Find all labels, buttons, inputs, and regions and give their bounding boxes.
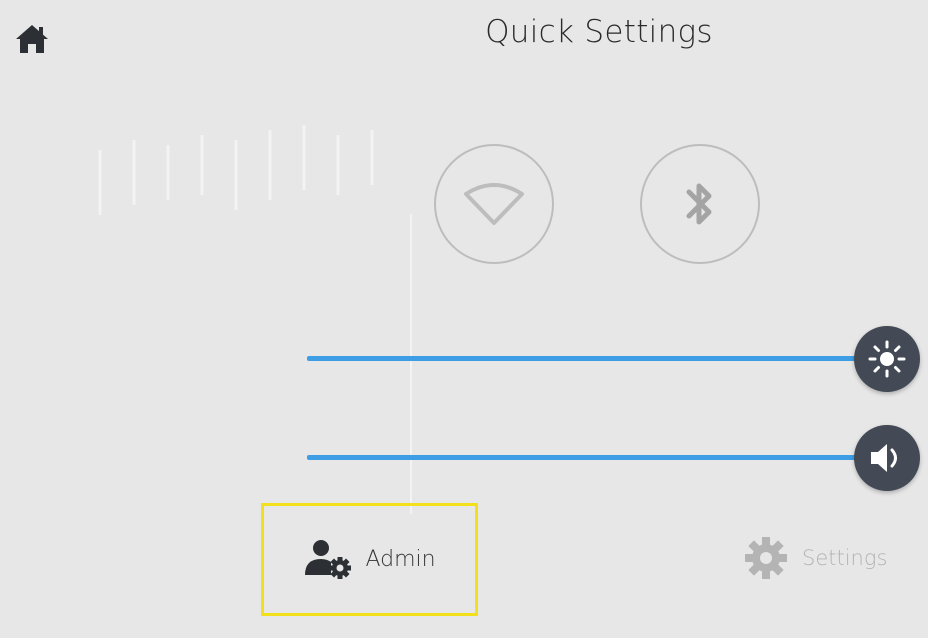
admin-label: Admin	[365, 547, 436, 572]
volume-slider-knob[interactable]	[854, 425, 920, 491]
volume-icon	[871, 444, 897, 472]
gear-icon	[745, 537, 787, 579]
wifi-icon	[464, 183, 524, 225]
volume-slider-track[interactable]	[307, 455, 867, 460]
home-icon	[16, 25, 48, 53]
page-title: Quick Settings	[485, 14, 713, 50]
home-button[interactable]	[12, 20, 52, 58]
user-gear-icon	[305, 539, 352, 579]
settings-label: Settings	[802, 546, 888, 570]
admin-button[interactable]: Admin	[261, 503, 478, 616]
bluetooth-toggle[interactable]	[640, 144, 760, 264]
background-divider	[410, 214, 412, 514]
brightness-slider-knob[interactable]	[854, 326, 920, 392]
bluetooth-icon	[686, 183, 712, 225]
brightness-icon	[868, 340, 906, 378]
wifi-toggle[interactable]	[434, 144, 554, 264]
brightness-slider-track[interactable]	[307, 356, 867, 361]
settings-button[interactable]: Settings	[744, 536, 887, 580]
